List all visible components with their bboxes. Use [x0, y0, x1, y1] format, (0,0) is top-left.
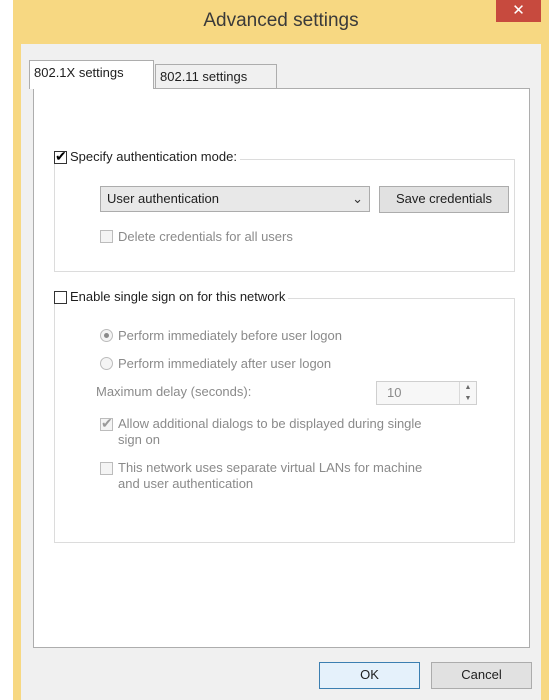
auth-mode-select[interactable]: User authentication ⌄ [100, 186, 370, 212]
allow-dialogs-checkbox[interactable]: ✔ [100, 415, 113, 431]
tab-802-11-settings[interactable]: 802.11 settings [155, 64, 277, 90]
allow-dialogs-label-line2: sign on [118, 432, 160, 447]
radio-selected-dot [104, 333, 109, 338]
spinner-buttons: ▲ ▼ [459, 382, 476, 404]
specify-auth-mode-label: Specify authentication mode: [70, 149, 237, 164]
enable-sso-label-wrap: Enable single sign on for this network [52, 289, 289, 304]
title-bar[interactable]: Advanced settings ✕ [13, 0, 549, 44]
dialog-client-area: 802.1X settings 802.11 settings Specify … [21, 44, 541, 700]
separate-vlans-checkbox[interactable] [100, 462, 113, 475]
window-title: Advanced settings [203, 10, 359, 31]
delete-credentials-label: Delete credentials for all users [118, 229, 293, 244]
allow-dialogs-label-line1: Allow additional dialogs to be displayed… [118, 416, 422, 431]
perform-before-logon-radio[interactable] [100, 329, 113, 342]
perform-after-logon-radio[interactable] [100, 357, 113, 370]
max-delay-label: Maximum delay (seconds): [96, 384, 252, 399]
max-delay-spinner[interactable]: 10 ▲ ▼ [376, 381, 477, 405]
tab-802-1x-settings[interactable]: 802.1X settings [29, 60, 154, 89]
max-delay-value: 10 [387, 385, 402, 400]
advanced-settings-window: Advanced settings ✕ 802.1X settings 802.… [13, 0, 549, 700]
specify-auth-mode-label-wrap: Specify authentication mode: [52, 149, 240, 164]
specify-auth-mode-checkbox[interactable]: ✔ [54, 148, 67, 164]
checkmark-icon: ✔ [101, 415, 113, 431]
close-button[interactable]: ✕ [496, 0, 541, 22]
spin-down-icon[interactable]: ▼ [460, 393, 476, 404]
ok-button[interactable]: OK [319, 662, 420, 689]
auth-mode-groupbox [54, 159, 515, 272]
enable-sso-checkbox[interactable] [54, 291, 67, 304]
delete-credentials-checkbox[interactable] [100, 230, 113, 243]
cancel-button[interactable]: Cancel [431, 662, 532, 689]
separate-vlans-label-line2: and user authentication [118, 476, 254, 491]
separate-vlans-label-line1: This network uses separate virtual LANs … [118, 460, 423, 475]
chevron-down-icon: ⌄ [352, 191, 363, 206]
perform-before-logon-label: Perform immediately before user logon [118, 328, 342, 343]
spin-up-icon[interactable]: ▲ [460, 382, 476, 393]
perform-after-logon-label: Perform immediately after user logon [118, 356, 332, 371]
auth-mode-select-value: User authentication [107, 191, 220, 206]
close-icon: ✕ [512, 2, 525, 19]
checkmark-icon: ✔ [55, 148, 67, 164]
tab-panel-802-1x: Specify authentication mode: ✔ User auth… [33, 88, 530, 648]
save-credentials-button[interactable]: Save credentials [379, 186, 509, 213]
enable-sso-label: Enable single sign on for this network [70, 289, 286, 304]
